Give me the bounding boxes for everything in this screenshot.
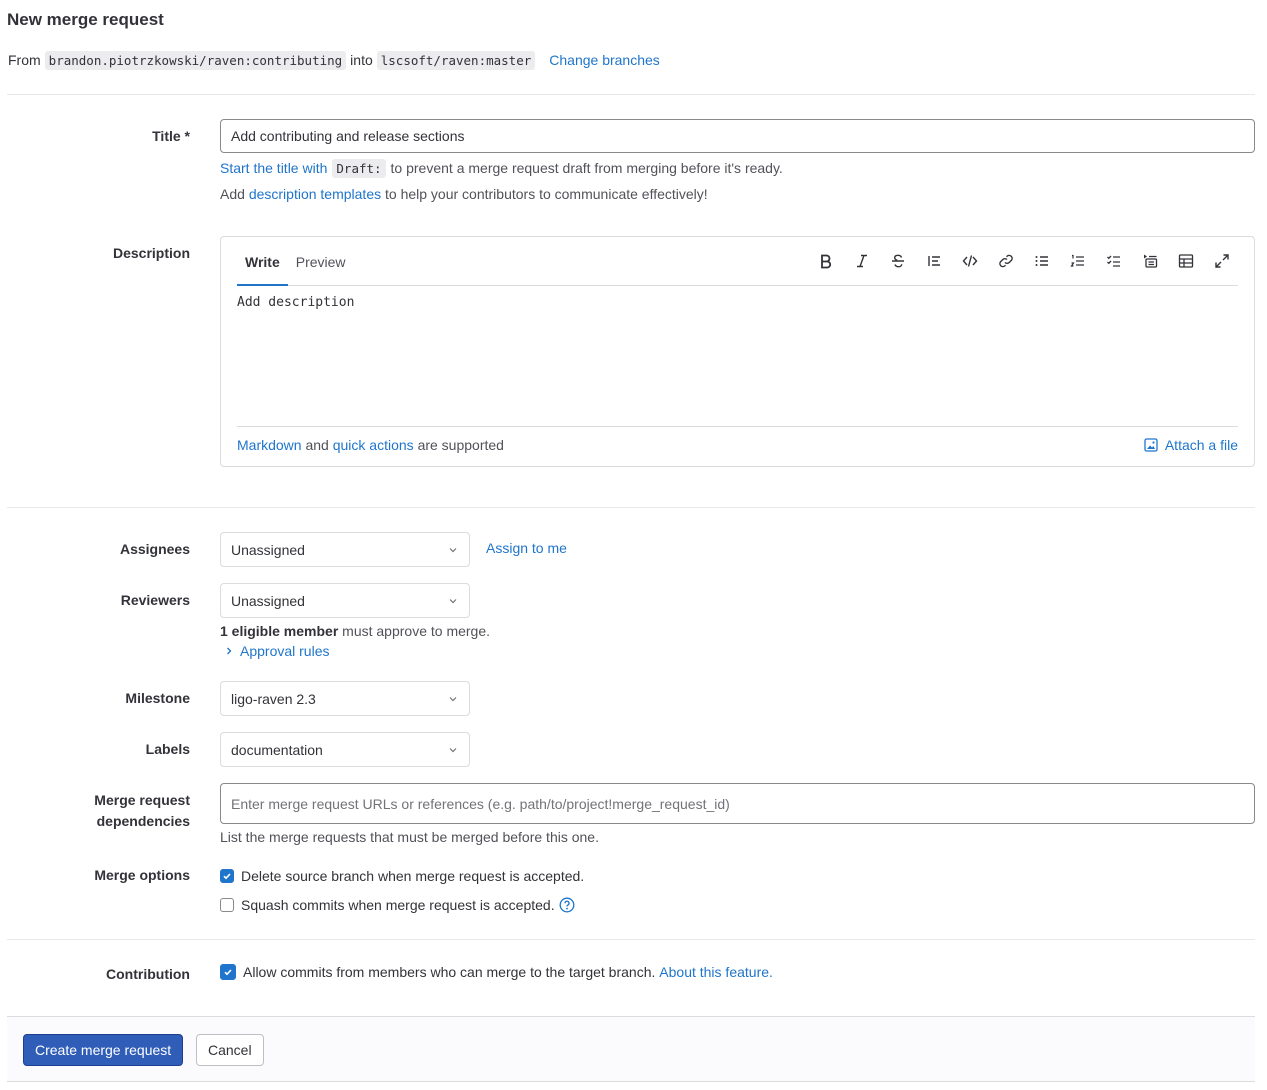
cancel-button[interactable]: Cancel <box>196 1034 264 1066</box>
attach-file-label: Attach a file <box>1164 437 1238 453</box>
divider <box>7 94 1255 95</box>
code-icon[interactable] <box>952 249 988 273</box>
labels-label: Labels <box>145 741 190 757</box>
markdown-support-text: Markdown and quick actions are supported <box>237 437 504 453</box>
page-title: New merge request <box>7 10 164 29</box>
milestone-dropdown[interactable]: ligo-raven 2.3 <box>220 681 470 716</box>
assignees-dropdown[interactable]: Unassigned <box>220 532 470 567</box>
allow-commits-checkbox[interactable] <box>220 964 236 980</box>
draft-hint: Start the title with Draft: to prevent a… <box>220 158 783 178</box>
quote-icon[interactable] <box>916 249 952 273</box>
contribution-label: Contribution <box>106 966 190 982</box>
bold-icon[interactable] <box>808 249 844 273</box>
draft-code: Draft: <box>332 158 386 178</box>
editor-footer-divider <box>237 426 1238 427</box>
description-editor: Write Preview Markdown and quick actions… <box>220 236 1255 467</box>
delete-branch-label: Delete source branch when merge request … <box>241 868 585 884</box>
into-label: into <box>350 52 373 68</box>
templates-suffix: to help your contributors to communicate… <box>385 186 708 202</box>
delete-branch-option: Delete source branch when merge request … <box>220 866 584 886</box>
eligible-count: 1 eligible member <box>220 623 339 639</box>
markdown-link[interactable]: Markdown <box>237 437 302 453</box>
dependencies-input[interactable] <box>220 783 1255 824</box>
editor-tabs: Write Preview <box>237 237 354 286</box>
divider <box>7 939 1255 940</box>
chevron-down-icon <box>449 747 457 752</box>
tab-write[interactable]: Write <box>237 237 288 286</box>
draft-hint-link[interactable]: Start the title with <box>220 160 327 176</box>
assignees-value: Unassigned <box>231 541 305 558</box>
reviewers-dropdown[interactable]: Unassigned <box>220 583 470 618</box>
squash-option: Squash commits when merge request is acc… <box>220 895 575 915</box>
chevron-down-icon <box>449 547 457 552</box>
dependencies-label-line1: Merge request <box>94 792 190 808</box>
attach-file-button[interactable]: Attach a file <box>1144 437 1238 453</box>
change-branches-link[interactable]: Change branches <box>549 52 660 68</box>
tab-divider <box>237 285 1238 286</box>
description-templates-link[interactable]: description templates <box>249 186 381 202</box>
image-icon <box>1144 438 1158 452</box>
eligible-rest: must approve to merge. <box>342 623 491 639</box>
checkmark-icon <box>224 969 232 976</box>
reviewers-label: Reviewers <box>120 592 190 608</box>
table-icon[interactable] <box>1168 249 1204 273</box>
templates-prefix: Add <box>220 186 245 202</box>
chevron-down-icon <box>449 696 457 701</box>
milestone-label: Milestone <box>125 690 190 706</box>
squash-checkbox[interactable] <box>220 898 234 912</box>
milestone-value: ligo-raven 2.3 <box>231 690 316 707</box>
approval-rules-label: Approval rules <box>240 643 330 659</box>
footer-supported: are supported <box>417 437 504 453</box>
labels-dropdown[interactable]: documentation <box>220 732 470 767</box>
squash-label: Squash commits when merge request is acc… <box>241 897 555 913</box>
approval-summary: 1 eligible member must approve to merge. <box>220 623 490 639</box>
branch-info: From brandon.piotrzkowski/raven:contribu… <box>8 49 660 71</box>
bullet-list-icon[interactable] <box>1024 249 1060 273</box>
title-input[interactable] <box>220 119 1255 153</box>
reviewers-value: Unassigned <box>231 592 305 609</box>
delete-branch-checkbox[interactable] <box>220 869 234 883</box>
title-label: Title * <box>152 128 190 144</box>
assign-to-me-link[interactable]: Assign to me <box>486 540 567 556</box>
approval-rules-toggle[interactable]: Approval rules <box>223 643 330 659</box>
fullscreen-icon[interactable] <box>1204 249 1240 273</box>
task-list-icon[interactable] <box>1096 249 1132 273</box>
source-branch: brandon.piotrzkowski/raven:contributing <box>44 50 347 70</box>
link-icon[interactable] <box>988 249 1024 273</box>
dependencies-hint: List the merge requests that must be mer… <box>220 829 599 845</box>
divider <box>7 507 1255 508</box>
checkmark-icon <box>223 873 231 880</box>
target-branch: lscsoft/raven:master <box>376 50 536 70</box>
numbered-list-icon[interactable] <box>1060 249 1096 273</box>
merge-options-label: Merge options <box>94 867 190 883</box>
assignees-label: Assignees <box>119 541 190 557</box>
tab-preview[interactable]: Preview <box>288 237 354 286</box>
description-label: Description <box>112 245 190 261</box>
markdown-toolbar <box>808 249 1240 273</box>
dependencies-label-line2: dependencies <box>96 813 190 829</box>
draft-hint-text: to prevent a merge request draft from me… <box>390 160 783 176</box>
create-merge-request-button[interactable]: Create merge request <box>23 1034 184 1066</box>
strikethrough-icon[interactable] <box>880 249 916 273</box>
allow-commits-option: Allow commits from members who can merge… <box>220 962 773 982</box>
dependencies-label: Merge request dependencies <box>94 790 190 832</box>
chevron-right-icon <box>227 647 232 655</box>
allow-commits-label: Allow commits from members who can merge… <box>243 964 656 980</box>
about-feature-link[interactable]: About this feature. <box>659 964 773 980</box>
collapsible-icon[interactable] <box>1132 249 1168 273</box>
quick-actions-link[interactable]: quick actions <box>333 437 414 453</box>
italic-icon[interactable] <box>844 249 880 273</box>
from-label: From <box>8 52 41 68</box>
form-actions: Create merge request Cancel <box>7 1016 1255 1082</box>
chevron-down-icon <box>449 598 457 603</box>
question-icon[interactable] <box>559 897 575 913</box>
description-textarea[interactable] <box>237 295 1237 415</box>
labels-value: documentation <box>231 741 323 758</box>
footer-and: and <box>305 437 329 453</box>
templates-hint: Add description templates to help your c… <box>220 184 708 204</box>
